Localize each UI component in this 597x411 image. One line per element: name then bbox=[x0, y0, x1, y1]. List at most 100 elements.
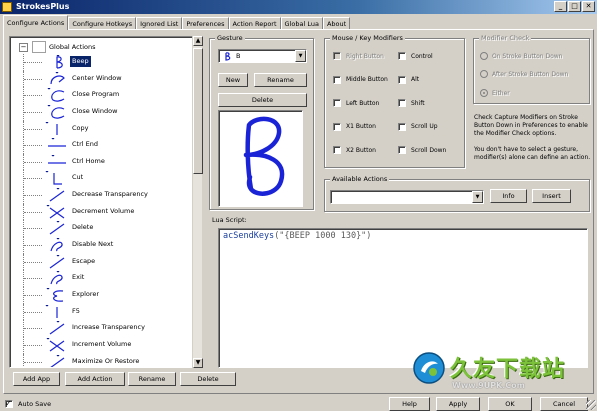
tree-item[interactable]: F5 bbox=[10, 303, 194, 321]
modifier-middle-button[interactable]: Middle Button bbox=[333, 75, 388, 85]
tree-item[interactable]: Close Window bbox=[10, 103, 194, 121]
scroll-up-icon[interactable]: ▲ bbox=[193, 36, 203, 46]
tree-connector-line bbox=[24, 294, 42, 296]
rename-gesture-button[interactable]: Rename bbox=[254, 73, 307, 87]
add-action-button[interactable]: Add Action bbox=[65, 372, 125, 386]
add-app-button[interactable]: Add App bbox=[13, 372, 60, 386]
modifier-checkbox[interactable] bbox=[333, 52, 341, 60]
modifier-checkbox[interactable] bbox=[398, 52, 406, 60]
tree-item[interactable]: Decrease Transparency bbox=[10, 187, 194, 204]
modifier-alt[interactable]: Alt bbox=[398, 75, 419, 85]
radio-either[interactable]: Either bbox=[480, 88, 510, 98]
apply-button[interactable]: Apply bbox=[436, 397, 480, 411]
delete-action-button[interactable]: Delete bbox=[180, 372, 236, 386]
radio-button[interactable] bbox=[480, 52, 488, 60]
tree-item[interactable]: Center Window bbox=[10, 70, 194, 88]
tree-connector-line bbox=[24, 328, 42, 330]
app-folder-icon bbox=[32, 41, 46, 53]
chevron-down-icon[interactable]: ▼ bbox=[295, 50, 306, 62]
gesture-b-stroke bbox=[243, 116, 285, 196]
tree-scrollbar[interactable]: ▲ ▼ bbox=[192, 36, 203, 368]
close-button[interactable]: ✕ bbox=[582, 1, 595, 12]
modifier-x1-button[interactable]: X1 Button bbox=[333, 122, 376, 132]
tree-item[interactable]: Increment Volume bbox=[10, 336, 194, 354]
tree-item-label: Ctrl Home bbox=[72, 156, 105, 165]
tree-item[interactable]: Delete bbox=[10, 220, 194, 238]
modifier-control[interactable]: Control bbox=[398, 51, 433, 61]
modifier-checkbox[interactable] bbox=[398, 99, 406, 107]
gesture-diag-icon bbox=[49, 221, 65, 235]
tree-item[interactable]: Maximize Or Restore bbox=[10, 353, 194, 367]
autosave-option[interactable]: Auto Save bbox=[5, 400, 51, 408]
gesture-diag-icon bbox=[49, 354, 65, 367]
resize-grip[interactable] bbox=[586, 400, 596, 410]
modifier-scroll-up[interactable]: Scroll Up bbox=[398, 122, 438, 132]
title-bar: StrokesPlus _ □ ✕ bbox=[0, 0, 597, 14]
gesture-down-icon bbox=[45, 121, 58, 135]
tree-item[interactable]: Decrement Volume bbox=[10, 203, 194, 221]
gesture-line-icon bbox=[48, 154, 66, 164]
tree-item-label: Close Window bbox=[72, 106, 118, 115]
tree-item[interactable]: Increase Transparency bbox=[10, 320, 194, 337]
lua-code-line[interactable]: acSendKeys("{BEEP 1000 130}") bbox=[223, 231, 371, 241]
modifier-checkbox[interactable] bbox=[398, 146, 406, 154]
minimize-button[interactable]: _ bbox=[554, 1, 567, 12]
tree-connector-line bbox=[24, 344, 42, 346]
new-gesture-button[interactable]: New bbox=[218, 73, 248, 87]
modifier-check-note: Check Capture Modifiers on Stroke Button… bbox=[474, 114, 588, 137]
gesture-select[interactable]: B ▼ bbox=[218, 49, 307, 63]
tree-item[interactable]: Ctrl Home bbox=[10, 153, 194, 171]
modifier-scroll-down[interactable]: Scroll Down bbox=[398, 145, 446, 155]
modifier-checkbox[interactable] bbox=[398, 75, 406, 84]
tree-root[interactable]: − Global Actions bbox=[19, 41, 96, 53]
collapse-icon[interactable]: − bbox=[19, 42, 28, 52]
modifier-checkbox[interactable] bbox=[333, 75, 341, 84]
modifier-left-button[interactable]: Left Button bbox=[333, 98, 379, 108]
delete-gesture-button[interactable]: Delete bbox=[218, 93, 307, 107]
maximize-button[interactable]: □ bbox=[568, 1, 581, 12]
tab-configure-actions[interactable]: Configure Actions bbox=[3, 15, 69, 30]
radio-after-stroke-down[interactable]: After Stroke Button Down bbox=[480, 69, 568, 79]
tree-item[interactable]: Ctrl End bbox=[10, 137, 194, 154]
tab-bar: Configure Actions Configure Hotkeys Igno… bbox=[3, 15, 351, 30]
tree-item[interactable]: Explorer bbox=[10, 286, 194, 304]
gesture-diag-icon bbox=[49, 188, 65, 202]
modifier-shift[interactable]: Shift bbox=[398, 98, 425, 108]
scroll-down-icon[interactable]: ▼ bbox=[193, 358, 203, 368]
radio-button[interactable] bbox=[480, 89, 488, 97]
help-button[interactable]: Help bbox=[389, 397, 430, 411]
tree-item[interactable]: Copy bbox=[10, 120, 194, 138]
ok-button[interactable]: OK bbox=[488, 397, 532, 411]
radio-button[interactable] bbox=[480, 70, 488, 78]
tree-item[interactable]: Exit bbox=[10, 270, 194, 287]
info-button[interactable]: Info bbox=[490, 189, 527, 203]
modifier-checkbox[interactable] bbox=[333, 122, 341, 131]
tree-item[interactable]: Cut bbox=[10, 170, 194, 188]
tree-item-label: Decrement Volume bbox=[72, 206, 135, 215]
tree-item-label: Decrease Transparency bbox=[72, 190, 148, 199]
tree-item[interactable]: Beep bbox=[10, 54, 194, 71]
modifier-checkbox[interactable] bbox=[333, 146, 341, 154]
watermark-url: Www.9UPK.Com bbox=[452, 381, 525, 390]
rename-action-button[interactable]: Rename bbox=[128, 372, 176, 386]
insert-button[interactable]: Insert bbox=[532, 189, 571, 203]
modifier-label: Middle Button bbox=[346, 76, 388, 83]
modifier-checkbox[interactable] bbox=[333, 99, 341, 107]
modifier-x2-button[interactable]: X2 Button bbox=[333, 145, 376, 155]
modifier-right-button[interactable]: Right Button bbox=[333, 51, 384, 61]
action-tree[interactable]: − Global Actions Beep Center Window Close … bbox=[9, 36, 201, 368]
scroll-thumb[interactable] bbox=[193, 48, 203, 174]
tree-item[interactable]: Escape bbox=[10, 253, 194, 271]
available-actions-select[interactable]: ▼ bbox=[330, 190, 484, 204]
radio-on-stroke-down[interactable]: On Stroke Button Down bbox=[480, 51, 562, 61]
modifier-checkbox[interactable] bbox=[398, 122, 406, 131]
tree-item[interactable]: Disable Next bbox=[10, 237, 194, 254]
cancel-button[interactable]: Cancel bbox=[540, 397, 588, 411]
tree-item-label: Increment Volume bbox=[72, 339, 132, 348]
autosave-checkbox[interactable] bbox=[5, 400, 13, 408]
tree-item[interactable]: Close Program bbox=[10, 87, 194, 104]
tree-connector-line bbox=[24, 128, 42, 130]
tree-root-label: Global Actions bbox=[49, 43, 96, 51]
gesture-x-icon bbox=[46, 337, 65, 352]
chevron-down-icon[interactable]: ▼ bbox=[472, 191, 483, 203]
